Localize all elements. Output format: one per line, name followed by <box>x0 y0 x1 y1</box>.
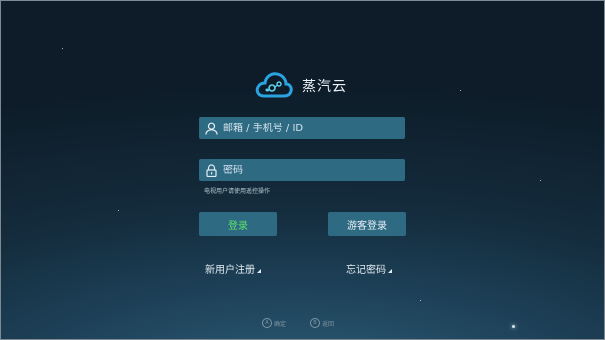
background-star <box>512 325 515 328</box>
register-link[interactable]: 新用户注册 <box>205 261 261 276</box>
a-button-icon: A <box>262 318 272 328</box>
login-button[interactable]: 登录 <box>199 212 277 236</box>
background-star <box>460 90 461 91</box>
corner-indicator-icon <box>257 269 261 273</box>
confirm-hint: A 确定 <box>262 318 286 328</box>
register-label: 新用户注册 <box>205 265 255 276</box>
background-star <box>540 180 541 181</box>
account-input[interactable] <box>223 122 393 134</box>
back-label: 返回 <box>322 320 335 328</box>
account-field[interactable] <box>199 117 405 139</box>
password-input[interactable] <box>223 164 393 176</box>
password-field[interactable] <box>199 159 405 181</box>
background-star <box>118 210 119 211</box>
background-star <box>62 48 63 49</box>
background-star <box>420 300 421 301</box>
lock-icon <box>206 163 217 177</box>
back-hint: B 返回 <box>310 318 334 328</box>
b-button-icon: B <box>310 318 320 328</box>
forgot-password-link[interactable]: 忘记密码 <box>346 261 392 276</box>
corner-indicator-icon <box>388 269 392 273</box>
remote-hint-text: 电视用户请使用遥控操作 <box>204 188 271 195</box>
user-icon <box>205 122 218 135</box>
confirm-label: 确定 <box>274 320 287 328</box>
forgot-password-label: 忘记密码 <box>346 265 386 276</box>
app-name: 蒸汽云 <box>302 79 347 95</box>
cloud-logo-icon <box>255 72 293 98</box>
guest-login-button[interactable]: 游客登录 <box>328 212 406 236</box>
